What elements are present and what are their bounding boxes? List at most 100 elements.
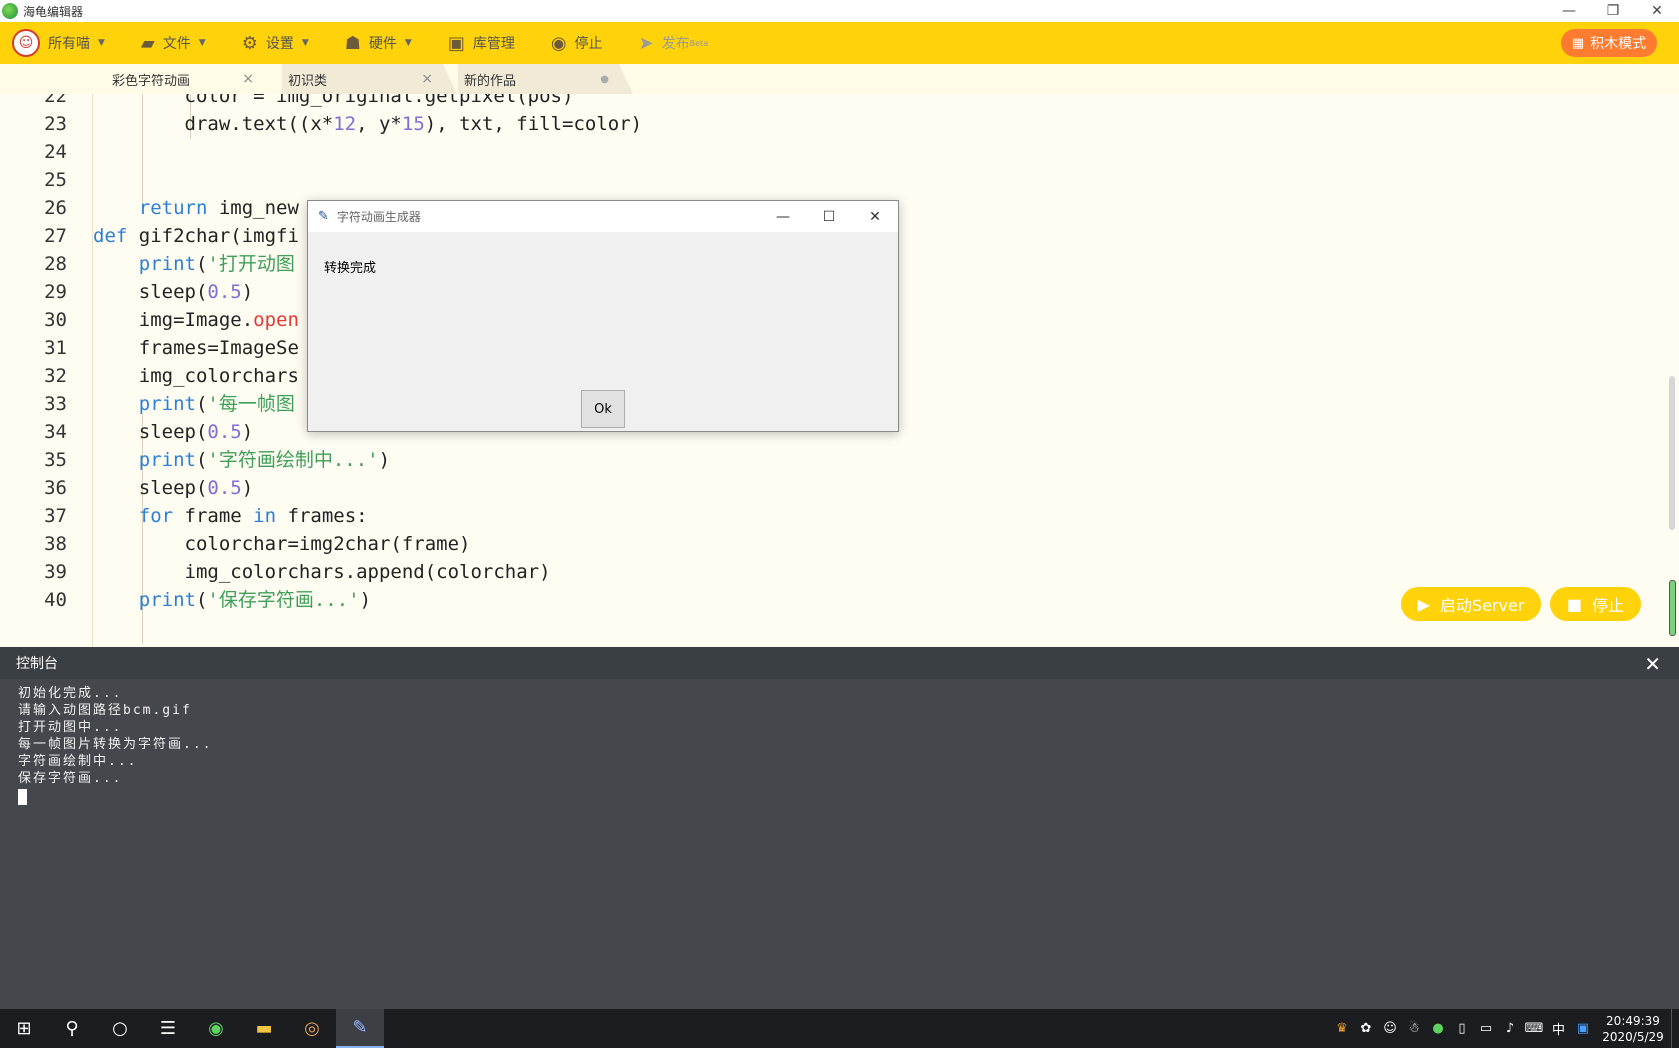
close-icon[interactable]: × — [242, 71, 254, 87]
tab-intro-class[interactable]: 初识类 × — [282, 64, 457, 94]
tray-app-icon[interactable]: ☺ — [1378, 1021, 1402, 1036]
file-explorer-icon[interactable]: ▬ — [240, 1009, 288, 1048]
line-number: 26 — [44, 197, 67, 219]
dialog-maximize-button[interactable]: ☐ — [806, 201, 852, 232]
window-titlebar: 海龟编辑器 — ❐ ✕ — [0, 0, 1679, 22]
clock-time: 20:49:39 — [1606, 1013, 1660, 1028]
dialog-close-button[interactable]: ✕ — [852, 201, 898, 232]
settings-menu[interactable]: ⚙ 设置 ▼ — [242, 22, 309, 64]
line-number: 25 — [44, 169, 67, 191]
code-line[interactable]: 25 — [0, 165, 1660, 195]
console-line: 保存字符画... — [18, 771, 123, 786]
code-line[interactable]: 24 — [0, 137, 1660, 167]
tray-app-icon[interactable]: ✿ — [1354, 1021, 1378, 1036]
console-cursor[interactable] — [18, 789, 27, 805]
editor-minimap-marker[interactable] — [1669, 580, 1676, 636]
console-line: 打开动图中... — [18, 720, 123, 735]
file-menu[interactable]: ▰ 文件 ▼ — [141, 22, 206, 64]
feather-icon: ✎ — [318, 209, 329, 224]
library-manager-label: 库管理 — [472, 36, 515, 52]
start-server-button[interactable]: ▶ 启动Server — [1401, 587, 1541, 621]
code-text: img_colorchars — [93, 365, 299, 387]
usb-icon[interactable]: ▯ — [1450, 1021, 1474, 1036]
volume-icon[interactable]: ♪ — [1498, 1021, 1522, 1036]
library-manager-button[interactable]: ▣ 库管理 — [448, 22, 515, 64]
cortana-icon[interactable]: ○ — [96, 1009, 144, 1048]
code-text: print('打开动图 — [138, 253, 295, 275]
beta-badge: Beta — [689, 38, 709, 48]
send-icon: ➤ — [638, 32, 654, 54]
code-text: colorchar=img2char(frame) — [93, 533, 471, 555]
clock-date: 2020/5/29 — [1602, 1029, 1664, 1044]
keyboard-icon[interactable]: ⌨ — [1522, 1021, 1546, 1036]
system-clock[interactable]: 20:49:39 2020/5/29 — [1595, 1013, 1671, 1045]
tray-app-icon[interactable]: ♛ — [1330, 1021, 1354, 1036]
line-number: 31 — [44, 337, 67, 359]
dialog-message: 转换完成 — [324, 261, 377, 276]
line-number: 24 — [44, 141, 67, 163]
line-number: 36 — [44, 477, 67, 499]
gear-icon: ⚙ — [241, 32, 258, 54]
code-line[interactable]: 37 for frame in frames: — [0, 501, 1660, 531]
line-number: 28 — [44, 253, 67, 275]
dialog-titlebar: ✎ 字符动画生成器 — ☐ ✕ — [308, 201, 898, 232]
tray-app-icon[interactable]: ● — [1426, 1021, 1450, 1036]
line-number: 23 — [44, 113, 67, 135]
code-line[interactable]: 38 colorchar=img2char(frame) — [0, 529, 1660, 559]
stop-button[interactable]: ◉ 停止 — [551, 22, 603, 64]
code-text: print('保存字符画...') — [138, 589, 372, 611]
search-icon[interactable]: ⚲ — [48, 1009, 96, 1048]
console-output[interactable]: 初始化完成... 请输入动图路径bcm.gif 打开动图中... 每一帧图片转换… — [0, 679, 1679, 1009]
hardware-menu[interactable]: ☗ 硬件 ▼ — [345, 22, 412, 64]
user-menu[interactable]: ☺ 所有喵 ▼ — [0, 22, 105, 64]
network-icon[interactable]: ▭ — [1474, 1021, 1498, 1036]
tab-colorful-char-animation[interactable]: 彩色字符动画 × — [106, 64, 278, 94]
windows-start-icon[interactable]: ⊞ — [0, 1009, 48, 1048]
code-line[interactable]: 35 print('字符画绘制中...') — [0, 445, 1660, 475]
console-line: 每一帧图片转换为字符画... — [18, 737, 213, 752]
stop-icon: ◉ — [550, 32, 567, 54]
show-desktop-button[interactable] — [1671, 1009, 1679, 1048]
robot-icon: ☗ — [344, 32, 361, 54]
restore-button[interactable]: ❐ — [1591, 0, 1635, 22]
close-window-button[interactable]: ✕ — [1635, 0, 1679, 22]
chevron-down-icon: ▼ — [98, 38, 105, 48]
browser-icon[interactable]: ◎ — [288, 1009, 336, 1048]
publish-button[interactable]: ➤ 发布 Beta — [639, 22, 709, 64]
blocks-icon: ▦ — [1571, 35, 1585, 51]
user-icon[interactable]: ▣ — [1571, 1021, 1595, 1036]
close-icon[interactable]: × — [421, 71, 433, 87]
code-line[interactable]: 23 draw.text((x*12, y*15), txt, fill=col… — [0, 109, 1660, 139]
tab-label: 初识类 — [288, 73, 328, 89]
folder-icon: ▰ — [140, 32, 155, 54]
turtle-editor-icon[interactable]: ◉ — [192, 1009, 240, 1048]
python-feather-icon[interactable]: ✎ — [336, 1009, 384, 1048]
tab-new-work[interactable]: 新的作品 ● — [458, 64, 633, 94]
dialog-controls: — ☐ ✕ — [760, 201, 898, 232]
ime-indicator[interactable]: 中 — [1552, 1019, 1565, 1038]
chevron-down-icon: ▼ — [404, 38, 412, 48]
tab-bar: 彩色字符动画 × 初识类 × 新的作品 ● — [0, 64, 1679, 94]
line-number: 30 — [44, 309, 67, 331]
dialog-title: 字符动画生成器 — [336, 210, 421, 224]
unsaved-dot-icon[interactable]: ● — [600, 74, 609, 85]
code-line[interactable]: 39 img_colorchars.append(colorchar) — [0, 557, 1660, 587]
play-icon: ▶ — [1417, 594, 1430, 614]
close-icon[interactable]: ✕ — [1644, 652, 1661, 676]
code-line[interactable]: 36 sleep(0.5) — [0, 473, 1660, 503]
code-text: draw.text((x*12, y*15), txt, fill=color) — [93, 113, 643, 135]
tab-label: 彩色字符动画 — [112, 73, 191, 89]
task-view-icon[interactable]: ☰ — [144, 1009, 192, 1048]
ok-button[interactable]: Ok — [581, 390, 625, 428]
qq-icon[interactable]: ☃ — [1402, 1021, 1426, 1036]
line-number: 27 — [44, 225, 67, 247]
line-number: 33 — [44, 393, 67, 415]
blocks-mode-button[interactable]: ▦ 积木模式 — [1561, 29, 1657, 57]
editor-scrollbar[interactable] — [1669, 376, 1675, 530]
stop-server-label: 停止 — [1592, 596, 1625, 615]
main-toolbar: ☺ 所有喵 ▼ ▰ 文件 ▼ ⚙ 设置 ▼ ☗ 硬件 ▼ ▣ 库管理 ◉ 停止 … — [0, 22, 1679, 64]
stop-server-button[interactable]: ■ 停止 — [1550, 587, 1641, 621]
dialog-minimize-button[interactable]: — — [760, 201, 806, 232]
user-menu-label: 所有喵 — [48, 36, 90, 52]
minimize-button[interactable]: — — [1547, 0, 1591, 22]
